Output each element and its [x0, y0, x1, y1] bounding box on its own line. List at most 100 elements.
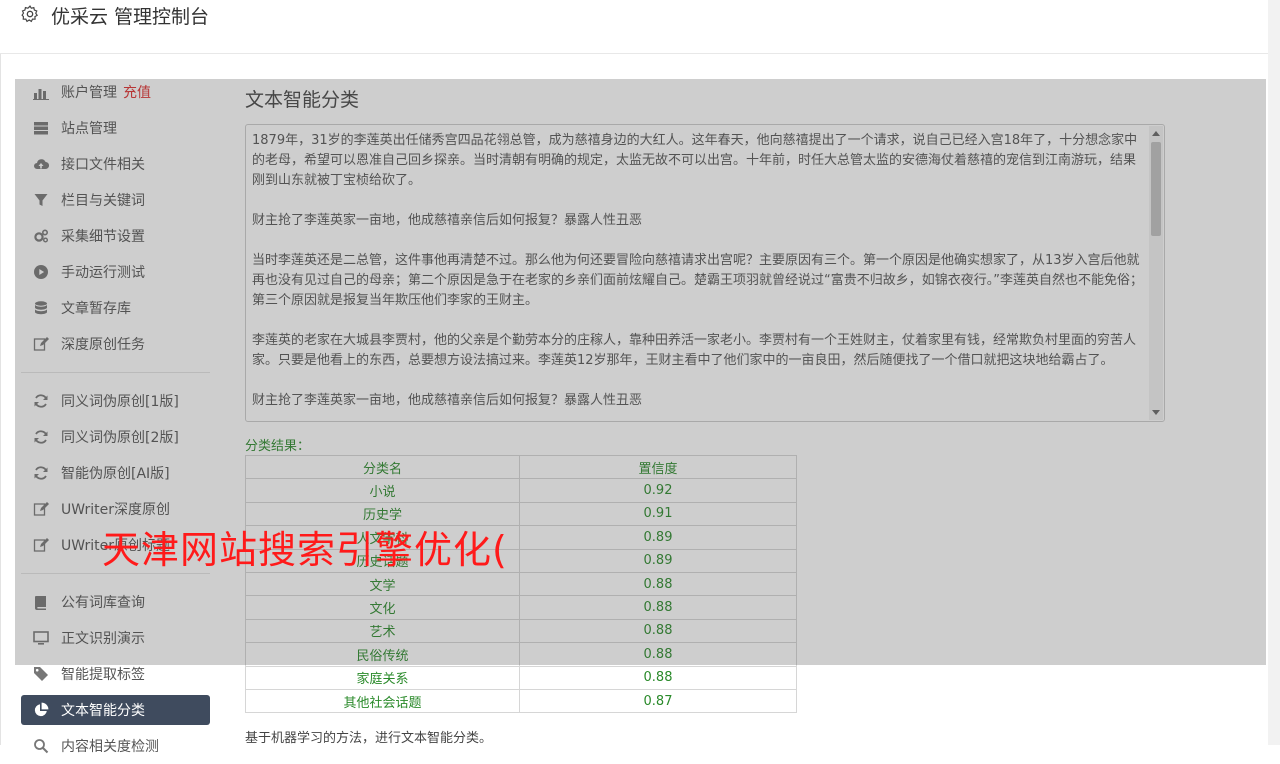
- category-cell: 文学: [245, 571, 520, 597]
- filter-icon: [33, 192, 49, 208]
- table-header-row: 分类名 置信度: [245, 454, 797, 480]
- scroll-down-icon[interactable]: [1152, 410, 1160, 415]
- sidebar: 账户管理 充值站点管理接口文件相关 栏目与关键词 采集细节设置 手动运行测试 文章暂存库深…: [21, 74, 210, 764]
- table-row: 小说 0.92: [245, 478, 797, 503]
- sidebar-item-label: UWriter深度原创: [61, 502, 170, 518]
- sidebar-item-label: 公有词库查询: [61, 595, 145, 611]
- sidebar-item[interactable]: 同义词伪原创[1版]: [21, 383, 210, 419]
- sidebar-item-label: 站点管理: [61, 121, 117, 137]
- sidebar-item-label: 同义词伪原创[2版]: [61, 430, 179, 446]
- sidebar-item[interactable]: 同义词伪原创[2版]: [21, 419, 210, 455]
- edit-icon: [33, 501, 49, 517]
- category-cell: 艺术: [245, 618, 520, 644]
- confidence-cell: 0.89: [519, 525, 797, 550]
- textarea-scrollbar[interactable]: [1149, 126, 1163, 420]
- confidence-cell: 0.88: [519, 618, 797, 644]
- scroll-up-icon[interactable]: [1152, 131, 1160, 136]
- bar-chart-icon: [33, 84, 49, 100]
- app-title: 优采云 管理控制台: [51, 6, 210, 28]
- sidebar-item-label: 栏目与关键词: [61, 193, 145, 209]
- sidebar-item[interactable]: 文本智能分类: [21, 695, 210, 725]
- confidence-cell: 0.88: [519, 642, 797, 667]
- main-content: 文本智能分类 1879年，31岁的李莲英出任储秀宫四品花翎总管，成为慈禧身边的大…: [245, 80, 1165, 746]
- text-paragraph: 财主抢了李莲英家一亩地，他成慈禧亲信后如何报复？暴露人性丑恶: [252, 213, 643, 228]
- sidebar-item[interactable]: 智能伪原创[AI版]: [21, 455, 210, 491]
- confidence-cell: 0.88: [519, 571, 797, 597]
- text-input-area[interactable]: 1879年，31岁的李莲英出任储秀宫四品花翎总管，成为慈禧身边的大红人。这年春天…: [245, 124, 1165, 422]
- category-cell: 小说: [245, 478, 520, 503]
- confidence-cell: 0.92: [519, 478, 797, 503]
- table-row: 艺术 0.88: [245, 618, 797, 644]
- category-cell: 民俗传统: [245, 642, 520, 667]
- edit-icon: [33, 537, 49, 553]
- confidence-cell: 0.88: [519, 595, 797, 620]
- page-title: 文本智能分类: [245, 89, 360, 111]
- server-icon: [33, 120, 49, 136]
- gears-icon: [33, 228, 49, 244]
- text-paragraph: 李莲英的老家在大城县李贾村，他的父亲是个勤劳本分的庄稼人，靠种田养活一家老小。李…: [252, 333, 1137, 368]
- sidebar-item-label: 手动运行测试: [61, 265, 145, 281]
- table-row: 民俗传统 0.88: [245, 642, 797, 667]
- scroll-thumb[interactable]: [1151, 142, 1161, 236]
- refresh-icon: [33, 465, 49, 481]
- text-paragraph: 1879年，31岁的李莲英出任储秀宫四品花翎总管，成为慈禧身边的大红人。这年春天…: [252, 133, 1138, 188]
- edit-icon: [33, 336, 49, 352]
- sidebar-item[interactable]: 内容相关度检测: [21, 728, 210, 764]
- sidebar-item[interactable]: 深度原创任务: [21, 326, 210, 362]
- category-cell: 家庭关系: [245, 665, 520, 690]
- sidebar-item[interactable]: 文章暂存库: [21, 290, 210, 326]
- book-icon: [33, 594, 49, 610]
- sidebar-item-label: 深度原创任务: [61, 337, 145, 353]
- sidebar-item-label: 账户管理: [61, 85, 117, 101]
- sidebar-item[interactable]: 正文识别演示: [21, 620, 210, 656]
- search-icon: [33, 738, 49, 754]
- category-cell: 文化: [245, 595, 520, 620]
- sidebar-item[interactable]: 智能提取标签: [21, 656, 210, 692]
- pie-chart-icon: [33, 702, 49, 718]
- confidence-cell: 0.89: [519, 548, 797, 573]
- sidebar-item-label: 文本智能分类: [61, 703, 145, 719]
- window-scrollbar[interactable]: [1268, 0, 1280, 745]
- confidence-cell: 0.87: [519, 688, 797, 714]
- sidebar-item-label: 智能提取标签: [61, 667, 145, 683]
- database-icon: [33, 300, 49, 316]
- page-left-border: [0, 0, 1, 745]
- table-row: 文学 0.88: [245, 571, 797, 597]
- sidebar-item-label: 同义词伪原创[1版]: [61, 394, 179, 410]
- sidebar-item[interactable]: 接口文件相关: [21, 146, 210, 182]
- sidebar-item-label: 接口文件相关: [61, 157, 145, 173]
- watermark-text: 天津网站搜索引擎优化(: [102, 528, 508, 572]
- sidebar-item[interactable]: 站点管理: [21, 110, 210, 146]
- recharge-link[interactable]: 充值: [123, 82, 151, 102]
- sidebar-item[interactable]: 公有词库查询: [21, 584, 210, 620]
- header-confidence: 置信度: [519, 454, 797, 480]
- confidence-cell: 0.88: [519, 665, 797, 690]
- results-table: 分类名 置信度 小说 0.92 历史学 0.91 人文学科 0.89 历史话题 0.89 文学 0…: [245, 454, 797, 714]
- text-paragraph: 当时李莲英还是二总管，这件事他再清楚不过。那么他为何还要冒险向慈禧请求出宫呢？主…: [252, 253, 1143, 308]
- sidebar-item-label: 正文识别演示: [61, 631, 145, 647]
- sidebar-item[interactable]: 栏目与关键词: [21, 182, 210, 218]
- text-content: 1879年，31岁的李莲英出任储秀宫四品花翎总管，成为慈禧身边的大红人。这年春天…: [252, 131, 1147, 421]
- text-paragraph: 财主抢了李莲英家一亩地，他成慈禧亲信后如何报复？暴露人性丑恶: [252, 393, 643, 408]
- sidebar-item-label: 文章暂存库: [61, 301, 131, 317]
- sidebar-item-label: 内容相关度检测: [61, 739, 159, 755]
- sidebar-item-label: 采集细节设置: [61, 229, 145, 245]
- description-text: 基于机器学习的方法，进行文本智能分类。: [245, 731, 493, 746]
- sidebar-item[interactable]: 采集细节设置: [21, 218, 210, 254]
- result-label: 分类结果：: [245, 439, 311, 454]
- refresh-icon: [33, 393, 49, 409]
- table-row: 其他社会话题 0.87: [245, 688, 797, 714]
- gear-icon: [21, 5, 39, 23]
- sidebar-item[interactable]: 手动运行测试: [21, 254, 210, 290]
- sidebar-item[interactable]: 账户管理 充值: [21, 74, 210, 110]
- table-row: 家庭关系 0.88: [245, 665, 797, 690]
- refresh-icon: [33, 429, 49, 445]
- sidebar-divider: [21, 372, 210, 373]
- play-circle-icon: [33, 264, 49, 280]
- monitor-icon: [33, 630, 49, 646]
- sidebar-item-label: 智能伪原创[AI版]: [61, 466, 170, 482]
- tag-icon: [33, 666, 49, 682]
- header-category: 分类名: [245, 454, 520, 480]
- app-header: 优采云 管理控制台: [0, 0, 1268, 54]
- cloud-upload-icon: [33, 156, 49, 172]
